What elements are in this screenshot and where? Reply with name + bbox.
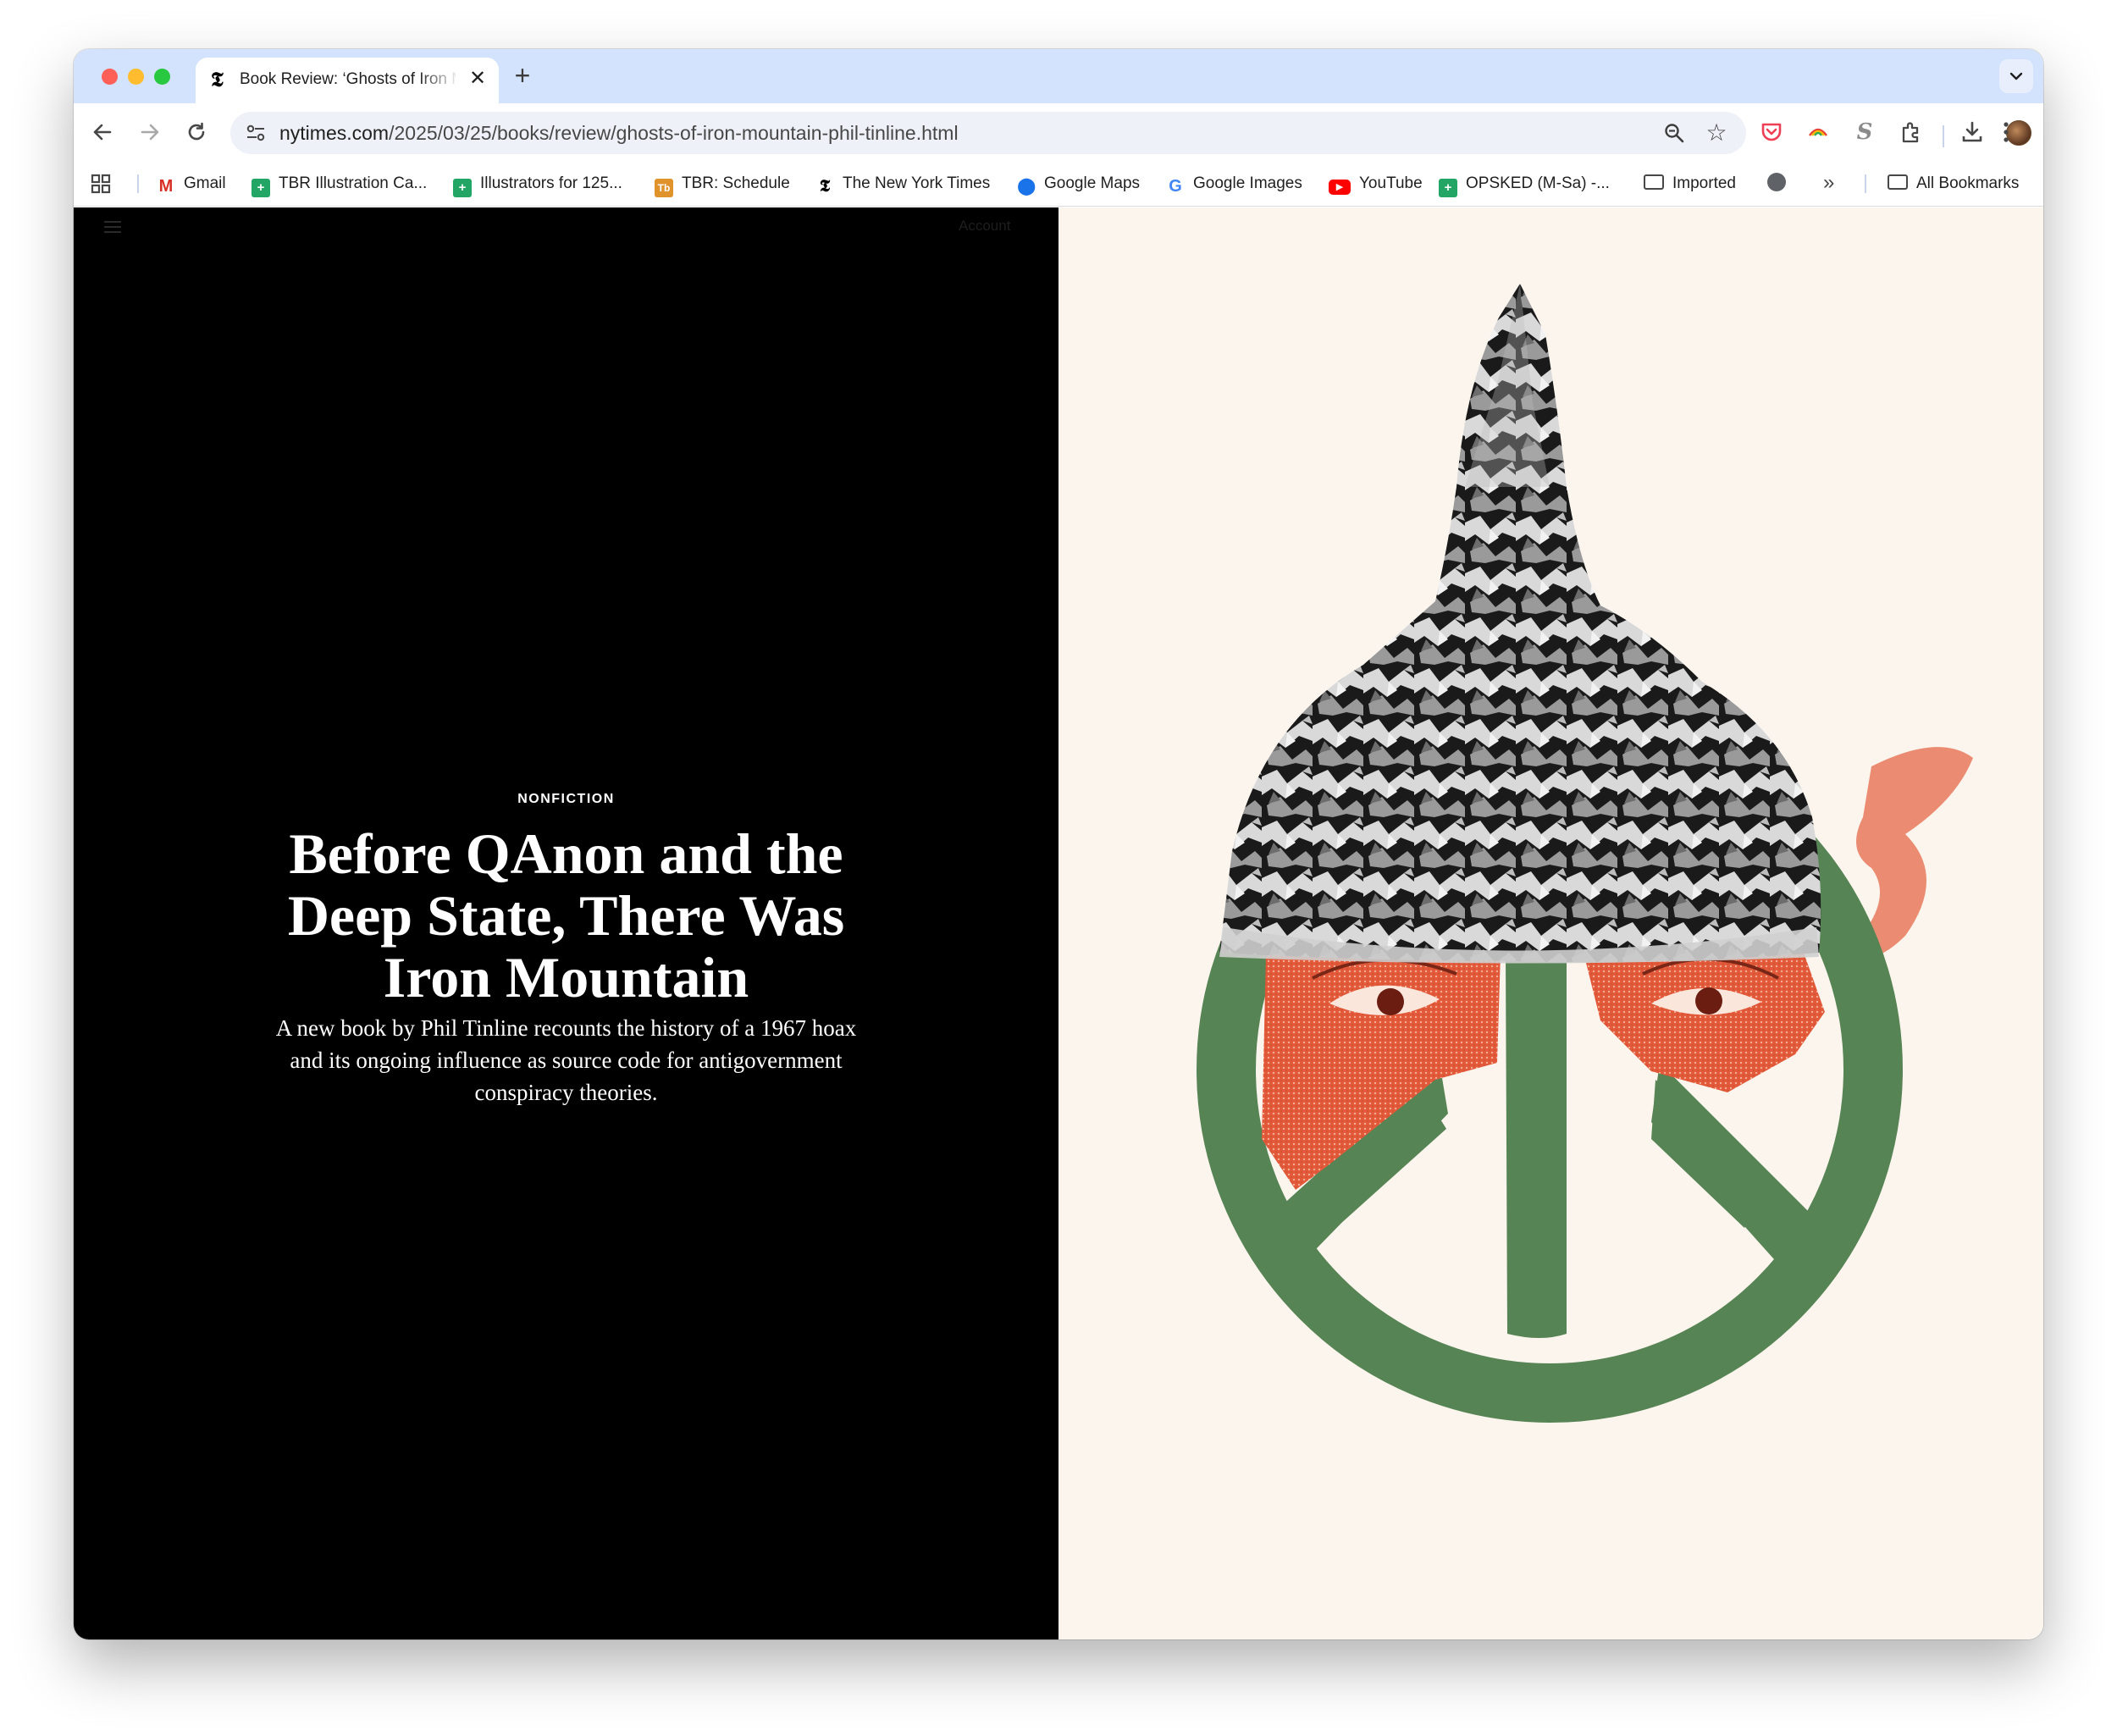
- folder-icon: [1888, 174, 1908, 190]
- browser-window: 𝕿 Book Review: ‘Ghosts of Iron Mountain’…: [74, 49, 2043, 1639]
- toolbar: nytimes.com/2025/03/25/books/review/ghos…: [74, 103, 2043, 161]
- bookmark-label: YouTube: [1359, 174, 1423, 192]
- arrow-left-icon: [93, 124, 112, 141]
- bookmark-label: Illustrators for 125...: [480, 174, 622, 192]
- site-info-icon[interactable]: [244, 121, 268, 145]
- bookmark-tbr-illustration[interactable]: + TBR Illustration Ca...: [251, 173, 428, 197]
- forward-button[interactable]: [133, 115, 167, 149]
- pocket-icon[interactable]: [1755, 115, 1788, 149]
- tab-search-button[interactable]: [1999, 59, 2033, 93]
- sheets-icon: +: [1439, 179, 1457, 197]
- url-domain: nytimes.com: [279, 122, 390, 144]
- bookmark-opsked[interactable]: + OPSKED (M-Sa) -...: [1439, 173, 1610, 197]
- download-shape: [1962, 121, 1982, 142]
- bookmark-youtube[interactable]: ▶ YouTube: [1329, 173, 1423, 195]
- bookmark-all-bookmarks[interactable]: All Bookmarks: [1888, 173, 2019, 195]
- article-summary: A new book by Phil Tinline recounts the …: [275, 1015, 857, 1105]
- download-icon[interactable]: [1955, 115, 1989, 149]
- new-tab-button[interactable]: +: [507, 61, 538, 91]
- three-dots-shape: [2004, 122, 2009, 142]
- section-kicker[interactable]: NONFICTION: [74, 792, 1058, 807]
- bookmark-google-maps[interactable]: ⬤ Google Maps: [1017, 173, 1141, 196]
- bookmark-gmail[interactable]: M Gmail: [157, 173, 226, 196]
- close-tab-icon[interactable]: ✕: [465, 66, 490, 91]
- bookmark-globe[interactable]: [1767, 173, 1794, 195]
- bookmark-nyt[interactable]: 𝕿 The New York Times: [815, 173, 990, 195]
- sheets-icon: +: [251, 179, 270, 197]
- arrow-right-icon: [141, 124, 159, 141]
- bookmark-star-icon[interactable]: ☆: [1702, 119, 1731, 147]
- toolbar-separator: [1943, 125, 1944, 147]
- url-text[interactable]: nytimes.com/2025/03/25/books/review/ghos…: [279, 122, 959, 145]
- hamburger-icon[interactable]: [104, 221, 121, 233]
- account-link[interactable]: Account: [959, 218, 1010, 235]
- article-headline: Before QAnon and the Deep State, There W…: [287, 821, 845, 1009]
- tab-title-fade: [417, 64, 460, 95]
- bookmark-label: TBR Illustration Ca...: [279, 174, 428, 192]
- chevron-down-icon: [2009, 72, 2023, 80]
- s-extension-icon[interactable]: S: [1848, 115, 1882, 149]
- reload-icon: [188, 122, 205, 141]
- illustration-panel: [1058, 207, 2043, 1639]
- maps-pin-icon: ⬤: [1017, 177, 1036, 196]
- nyt-icon: 𝕿: [819, 175, 831, 196]
- headline-panel: Account NONFICTION Before QAnon and the …: [74, 207, 1058, 1639]
- bookmark-label: Imported: [1672, 174, 1736, 192]
- nyt-logo-icon: 𝕿: [211, 67, 224, 91]
- bookmarks-separator: [1865, 174, 1866, 193]
- tab-active[interactable]: 𝕿 Book Review: ‘Ghosts of Iron Mountain’…: [196, 58, 499, 103]
- minimize-window-button[interactable]: [128, 69, 144, 85]
- zoom-icon[interactable]: [1660, 119, 1689, 147]
- more-bookmarks-chevron-icon[interactable]: »: [1823, 171, 1834, 195]
- tab-strip: 𝕿 Book Review: ‘Ghosts of Iron Mountain’…: [74, 49, 2043, 103]
- puzzle-icon[interactable]: [1894, 115, 1928, 149]
- url-path: /2025/03/25/books/review/ghosts-of-iron-…: [389, 122, 959, 144]
- sheets-icon: +: [453, 179, 472, 197]
- apps-grid-icon[interactable]: [89, 172, 113, 196]
- peace-sign-lower-right: [1651, 1063, 1821, 1283]
- reload-button[interactable]: [180, 115, 213, 149]
- tinfoil-hat-peace-sign-illustration: [1197, 284, 1973, 1423]
- bookmark-tbr-schedule[interactable]: Tb TBR: Schedule: [655, 173, 790, 197]
- bookmark-label: Gmail: [184, 174, 226, 192]
- back-button[interactable]: [86, 115, 119, 149]
- pocket-shape: [1761, 123, 1782, 141]
- peace-sign-stem: [1506, 953, 1567, 1338]
- bookmarks-separator: [137, 174, 139, 193]
- address-bar[interactable]: nytimes.com/2025/03/25/books/review/ghos…: [230, 112, 1746, 154]
- youtube-icon: ▶: [1329, 180, 1351, 195]
- gmail-icon: M: [158, 177, 174, 196]
- close-window-button[interactable]: [102, 69, 118, 85]
- folder-icon: [1644, 174, 1664, 190]
- bookmark-label: The New York Times: [843, 174, 991, 192]
- bookmark-label: OPSKED (M-Sa) -...: [1466, 174, 1610, 192]
- tb-icon: Tb: [655, 179, 673, 197]
- kebab-menu-icon[interactable]: [1989, 115, 2023, 149]
- bookmark-folder-imported[interactable]: Imported: [1644, 173, 1736, 195]
- bookmark-label: Google Maps: [1044, 174, 1141, 192]
- rainbow-extension-icon[interactable]: [1801, 115, 1835, 149]
- magnifier-minus-icon: [1665, 124, 1684, 143]
- bookmark-label: Google Images: [1193, 174, 1302, 192]
- rainbow-shape: [1809, 128, 1827, 136]
- bookmark-label: All Bookmarks: [1916, 174, 2020, 192]
- google-icon: G: [1169, 177, 1182, 196]
- web-page: Account NONFICTION Before QAnon and the …: [74, 207, 2043, 1639]
- puzzle-shape: [1902, 122, 1919, 143]
- bookmark-illustrators[interactable]: + Illustrators for 125...: [453, 173, 622, 197]
- right-eye-fragment: [1584, 953, 1825, 1092]
- bookmark-label: TBR: Schedule: [682, 174, 790, 192]
- bookmark-google-images[interactable]: G Google Images: [1166, 173, 1302, 196]
- fullscreen-window-button[interactable]: [154, 69, 170, 85]
- globe-icon: [1767, 173, 1786, 191]
- bookmarks-bar: M Gmail + TBR Illustration Ca... + Illustra…: [74, 161, 2043, 207]
